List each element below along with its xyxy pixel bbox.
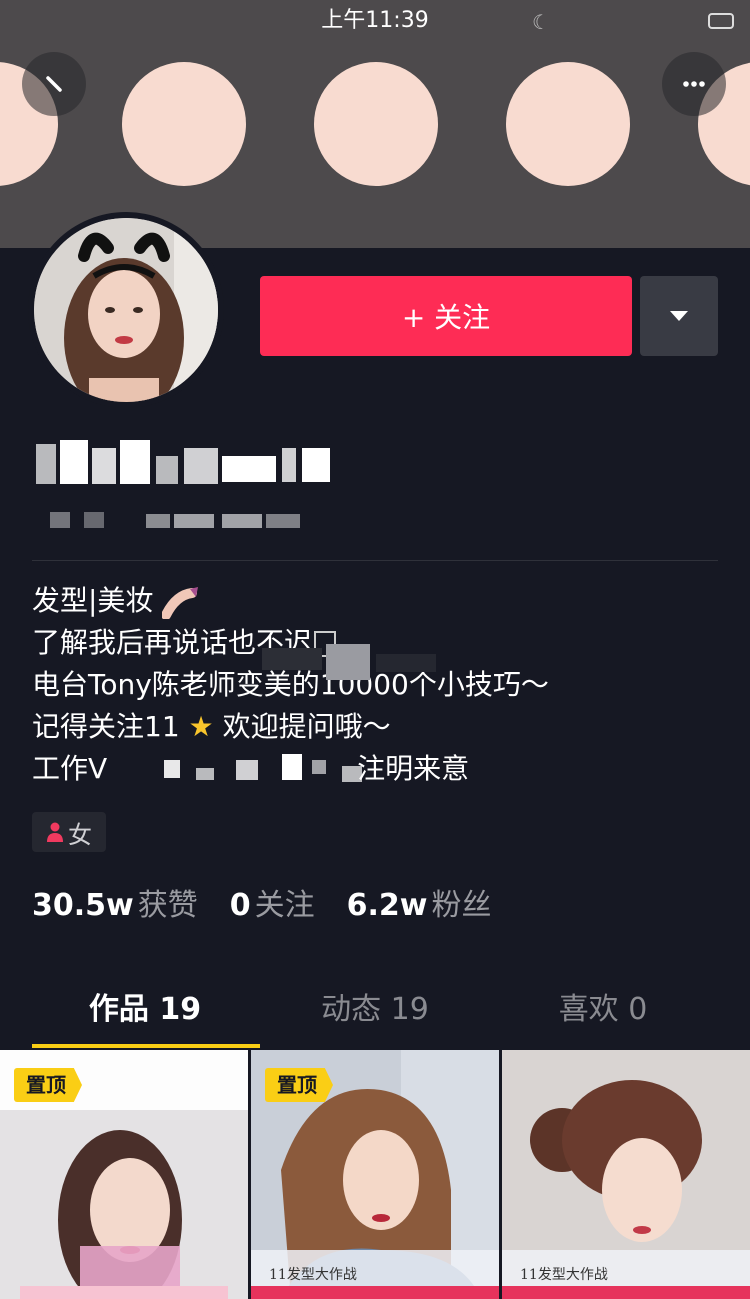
divider — [32, 560, 718, 561]
back-button[interactable] — [22, 52, 86, 116]
moon-icon: ☾ — [532, 10, 550, 34]
stat-followers[interactable]: 6.2w 粉丝 — [347, 880, 492, 924]
stat-following[interactable]: 0 关注 — [230, 880, 315, 924]
bio-text: 电台Tony陈老师变美的10000个小技巧～ — [32, 668, 549, 701]
banner-circle — [122, 62, 246, 186]
stat-value: 6.2w — [346, 888, 428, 923]
video-grid: 置顶 置顶 11发型大作战 11发型大作战 — [0, 1050, 750, 1299]
thumbnail-caption: 11发型大作战 — [520, 1267, 608, 1283]
back-icon — [46, 76, 62, 92]
bio-text: 工作V — [32, 752, 108, 785]
nail-polish-icon — [162, 587, 199, 619]
bio-text: 发型|美妆 — [32, 584, 154, 617]
pinned-badge: 置顶 — [14, 1068, 82, 1102]
battery-icon — [708, 13, 734, 29]
avatar[interactable] — [28, 212, 224, 408]
sparkle-star-icon: ★ — [188, 710, 214, 743]
stat-likes[interactable]: 30.5w 获赞 — [32, 880, 198, 924]
stat-label: 粉丝 — [431, 888, 492, 923]
stat-value: 30.5w — [32, 888, 134, 923]
stat-label: 获赞 — [137, 888, 198, 923]
bio-text: 记得关注11 — [32, 710, 180, 743]
stat-value: 0 — [229, 888, 251, 923]
more-icon — [683, 81, 705, 87]
tab-likes[interactable]: 喜欢 0 — [478, 980, 728, 1040]
more-button[interactable] — [662, 52, 726, 116]
caret-down-icon — [670, 311, 688, 321]
bio-line: 记得关注11 ★ 欢迎提问哦～ — [32, 706, 722, 748]
pinned-badge: 置顶 — [265, 1068, 333, 1102]
bio-line: 工作V 注明来意 — [32, 748, 722, 790]
banner-circle — [506, 62, 630, 186]
follow-label: + 关注 — [401, 301, 491, 334]
bio-text: 注明来意 — [357, 752, 470, 785]
avatar-photo — [34, 218, 218, 402]
tab-dynamics[interactable]: 动态 19 — [250, 980, 500, 1040]
recommend-dropdown-button[interactable] — [640, 276, 718, 356]
banner-circle — [314, 62, 438, 186]
bio: 发型|美妆 了解我后再说话也不迟 电台Tony陈老师变美的10000个小技巧～ … — [32, 580, 722, 790]
status-bar: 上午11:39 ☾ — [0, 6, 750, 36]
video-thumbnail[interactable]: 置顶 — [0, 1050, 248, 1299]
stat-label: 关注 — [254, 888, 315, 923]
female-person-icon — [47, 822, 63, 842]
status-time: 上午11:39 — [321, 8, 429, 33]
profile-banner: 上午11:39 ☾ — [0, 0, 750, 248]
gender-label: 女 — [68, 820, 92, 849]
gender-tag: 女 — [32, 812, 106, 852]
content-tabs: 作品 19 动态 19 喜欢 0 — [0, 980, 750, 1048]
tab-indicator — [32, 1044, 260, 1048]
bio-text: 欢迎提问哦～ — [222, 710, 391, 743]
thumbnail-caption: 11发型大作战 — [269, 1267, 357, 1283]
follow-button[interactable]: + 关注 — [260, 276, 632, 356]
stats-row: 30.5w 获赞 0 关注 6.2w 粉丝 — [32, 880, 491, 924]
video-thumbnail[interactable]: 置顶 11发型大作战 — [251, 1050, 499, 1299]
video-thumbnail[interactable]: 11发型大作战 — [502, 1050, 750, 1299]
bio-line: 发型|美妆 — [32, 580, 722, 622]
tab-works[interactable]: 作品 19 — [20, 980, 270, 1040]
